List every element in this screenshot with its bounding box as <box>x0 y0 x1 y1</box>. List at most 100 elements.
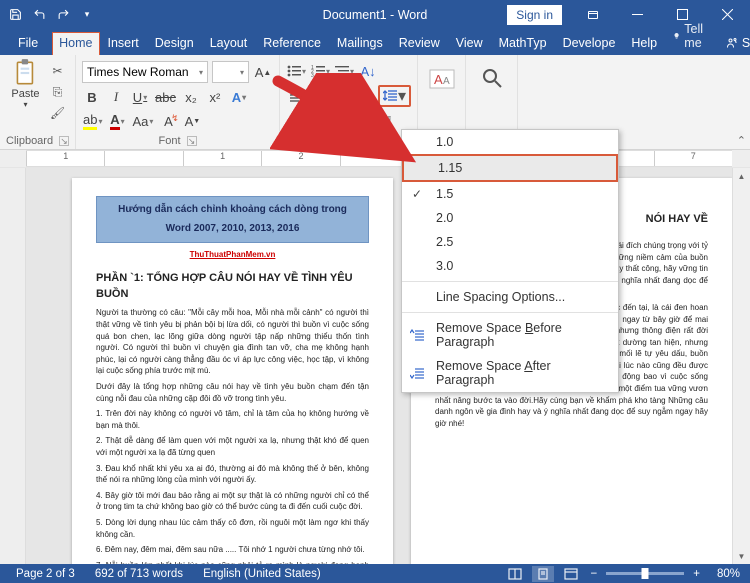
font-size-dropdown[interactable]: ▾ <box>212 61 249 83</box>
remove-space-after-icon <box>410 367 424 379</box>
scroll-up-icon[interactable]: ▲ <box>733 168 750 184</box>
tab-help[interactable]: Help <box>623 31 665 55</box>
show-hide-icon[interactable]: ¶ <box>378 111 398 131</box>
styles-gallery-icon[interactable]: AA <box>428 58 456 99</box>
cut-icon[interactable]: ✂ <box>48 62 68 80</box>
horizontal-ruler: 1 12 34 56 7 <box>0 150 750 168</box>
clipboard-group: Paste ▾ ✂ ⎘ 🖌 Clipboard↘ <box>0 55 76 149</box>
zoom-slider[interactable] <box>606 572 684 575</box>
remove-space-before[interactable]: Remove Space Before Paragraph <box>402 316 618 354</box>
undo-icon[interactable] <box>28 4 50 26</box>
justify-icon[interactable] <box>355 86 375 106</box>
font-color-icon[interactable]: A▾ <box>107 111 127 131</box>
tab-mailings[interactable]: Mailings <box>329 31 391 55</box>
collapse-ribbon-icon[interactable]: ⌃ <box>737 134 746 147</box>
line-spacing-menu: 1.0 1.15 ✓1.5 2.0 2.5 3.0 Line Spacing O… <box>401 129 619 393</box>
tab-references[interactable]: Reference <box>255 31 329 55</box>
tab-file[interactable]: File <box>4 31 52 55</box>
line-spacing-option-1.5[interactable]: ✓1.5 <box>402 182 618 206</box>
zoom-in-button[interactable]: + <box>690 568 703 580</box>
minimize-button[interactable] <box>615 0 660 29</box>
document-heading: PHẦN `1: TỔNG HỢP CÂU NÓI HAY VỀ TÌNH YÊ… <box>96 271 369 303</box>
shading-icon[interactable]: ▾ <box>332 111 352 131</box>
line-spacing-option-1.15[interactable]: 1.15 <box>402 154 618 182</box>
redo-icon[interactable] <box>52 4 74 26</box>
document-page-1[interactable]: Hướng dẫn cách chỉnh khoảng cách dòng tr… <box>72 178 393 564</box>
shrink-font-icon[interactable]: A▼ <box>182 111 202 131</box>
window-title: Document1 - Word <box>323 8 428 22</box>
tell-me-search[interactable]: Tell me <box>665 17 716 55</box>
document-pages[interactable]: Hướng dẫn cách chỉnh khoảng cách dòng tr… <box>26 168 732 564</box>
increase-indent-icon[interactable] <box>309 111 329 131</box>
paragraph-launcher-icon[interactable]: ↘ <box>372 136 382 146</box>
clipboard-launcher-icon[interactable]: ↘ <box>59 136 69 146</box>
italic-button[interactable]: I <box>106 87 126 107</box>
qat-customize-icon[interactable]: ▾ <box>76 4 98 26</box>
change-case-icon[interactable]: Aa▾ <box>131 111 154 131</box>
status-language[interactable]: English (United States) <box>193 568 331 580</box>
print-layout-icon[interactable] <box>532 566 554 582</box>
sort-icon[interactable]: A↓ <box>358 61 378 81</box>
line-spacing-option-1.0[interactable]: 1.0 <box>402 130 618 154</box>
line-spacing-button[interactable]: ▾ <box>378 85 411 107</box>
tab-developer[interactable]: Develope <box>555 31 624 55</box>
svg-text:A: A <box>434 72 443 87</box>
status-word-count[interactable]: 692 of 713 words <box>85 568 193 580</box>
tab-view[interactable]: View <box>448 31 491 55</box>
line-spacing-option-2.5[interactable]: 2.5 <box>402 230 618 254</box>
scroll-down-icon[interactable]: ▼ <box>733 548 750 564</box>
ribbon-display-options-icon[interactable] <box>570 0 615 29</box>
web-layout-icon[interactable] <box>560 566 582 582</box>
svg-text:A: A <box>443 76 450 87</box>
status-bar: Page 2 of 3 692 of 713 words English (Un… <box>0 564 750 583</box>
paragraph-group: ▾ 123▾ ▾ A↓ ▾ ▾ ▾ ¶ Paragraph↘ <box>280 55 418 149</box>
signin-button[interactable]: Sign in <box>507 5 562 25</box>
share-button[interactable]: Share <box>716 31 750 55</box>
format-painter-icon[interactable]: 🖌 <box>48 104 68 122</box>
paste-button[interactable]: Paste ▾ <box>8 58 44 109</box>
zoom-level[interactable]: 80% <box>709 568 744 580</box>
font-launcher-icon[interactable]: ↘ <box>187 136 197 146</box>
editing-dropdown[interactable] <box>480 58 504 95</box>
tab-layout[interactable]: Layout <box>202 31 256 55</box>
align-left-icon[interactable] <box>286 86 306 106</box>
align-right-icon[interactable] <box>332 86 352 106</box>
subscript-button[interactable]: x₂ <box>181 87 201 107</box>
vertical-scrollbar[interactable]: ▲ ▼ <box>732 168 750 564</box>
grow-font-icon[interactable]: A▲ <box>253 62 273 82</box>
bold-button[interactable]: B <box>82 87 102 107</box>
save-icon[interactable] <box>4 4 26 26</box>
highlight-color-icon[interactable]: ab▾ <box>82 111 103 131</box>
line-spacing-option-3.0[interactable]: 3.0 <box>402 254 618 278</box>
bullets-icon[interactable]: ▾ <box>286 61 307 81</box>
tab-insert[interactable]: Insert <box>100 31 147 55</box>
copy-icon[interactable]: ⎘ <box>48 83 68 101</box>
line-spacing-option-2.0[interactable]: 2.0 <box>402 206 618 230</box>
tab-review[interactable]: Review <box>391 31 448 55</box>
text-effects-icon[interactable]: A▾ <box>229 87 249 107</box>
remove-space-after[interactable]: Remove Space After Paragraph <box>402 354 618 392</box>
ribbon-tabs: File Home Insert Design Layout Reference… <box>0 29 750 55</box>
font-name-dropdown[interactable]: Times New Roman▾ <box>82 61 208 83</box>
zoom-out-button[interactable]: − <box>588 568 601 580</box>
borders-icon[interactable]: ▾ <box>355 111 375 131</box>
align-center-icon[interactable] <box>309 86 329 106</box>
document-link: ThuThuatPhanMem.vn <box>96 249 369 261</box>
vertical-ruler[interactable] <box>0 168 26 564</box>
tab-home[interactable]: Home <box>52 32 99 55</box>
read-mode-icon[interactable] <box>504 566 526 582</box>
numbering-icon[interactable]: 123▾ <box>310 61 331 81</box>
decrease-indent-icon[interactable] <box>286 111 306 131</box>
multilevel-list-icon[interactable]: ▾ <box>334 61 355 81</box>
strikethrough-button[interactable]: abc <box>154 87 177 107</box>
superscript-button[interactable]: x² <box>205 87 225 107</box>
tab-mathtype[interactable]: MathTyp <box>491 31 555 55</box>
clear-formatting-icon[interactable]: A↯ <box>158 111 178 131</box>
remove-space-before-icon <box>410 329 424 341</box>
tab-design[interactable]: Design <box>147 31 202 55</box>
ruler-scale[interactable]: 1 12 34 56 7 <box>26 150 732 167</box>
line-spacing-options[interactable]: Line Spacing Options... <box>402 285 618 309</box>
quick-access-toolbar: ▾ <box>0 4 98 26</box>
status-page[interactable]: Page 2 of 3 <box>6 568 85 580</box>
underline-button[interactable]: U▾ <box>130 87 150 107</box>
